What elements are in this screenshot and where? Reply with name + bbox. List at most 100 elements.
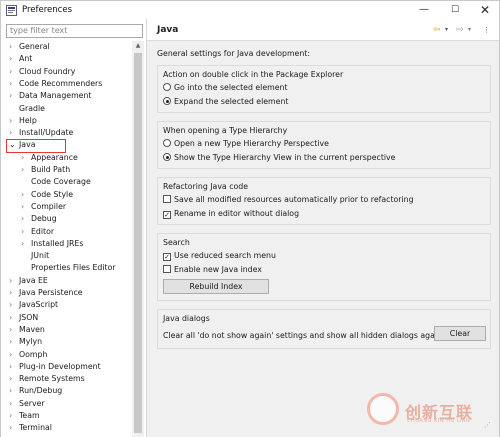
open-perspective-radio[interactable]: Open a new Type Hierarchy Perspective [163,138,329,150]
tree-item[interactable]: › Code Recommenders [9,78,102,90]
expand-arrow-icon[interactable]: › [9,115,19,127]
tree-item[interactable]: JUnit [21,250,49,262]
radio-selected-icon[interactable] [163,97,171,105]
maximize-icon[interactable]: ☐ [441,1,469,19]
expand-arrow-icon[interactable]: › [9,299,19,311]
tree-item[interactable]: › JSON [9,312,38,324]
tree-item[interactable]: › General [9,41,50,53]
expand-arrow-icon[interactable]: › [9,324,19,336]
new-java-index-checkbox[interactable]: Enable new Java index [163,264,262,276]
tree-item[interactable]: Code Coverage [21,176,91,188]
tree-item[interactable]: › Plug-in Development [9,361,101,373]
tree-item-label: JavaScript [19,300,59,310]
checkbox-icon[interactable] [163,195,171,203]
tree-item[interactable]: › JavaScript [9,299,58,311]
tree-item[interactable]: › Team [9,410,40,422]
tree-item-label: Remote Systems [19,374,85,384]
expand-arrow-icon[interactable]: › [21,213,31,225]
view-menu-icon[interactable]: ⋮ [483,24,490,36]
expand-arrow-icon[interactable]: › [9,373,19,385]
checkbox-icon[interactable] [163,265,171,273]
back-dropdown-icon[interactable]: ▾ [445,24,448,36]
radio-icon[interactable] [163,83,171,91]
expand-arrow-icon[interactable]: › [9,78,19,90]
rename-in-editor-checkbox[interactable]: ✓ Rename in editor without dialog [163,208,299,220]
forward-dropdown-icon[interactable]: ▾ [468,24,471,36]
tree-item-label: Debug [31,214,57,224]
expand-arrow-icon[interactable]: › [21,164,31,176]
tree-item[interactable]: › Data Management [9,90,91,102]
tree-item[interactable]: Gradle [9,103,45,115]
go-into-radio[interactable]: Go into the selected element [163,82,288,94]
show-view-radio[interactable]: Show the Type Hierarchy View in the curr… [163,152,395,164]
radio-selected-icon[interactable] [163,153,171,161]
tree-item[interactable]: › Debug [21,213,57,225]
tree-item[interactable]: Properties Files Editor [21,262,116,274]
radio-icon[interactable] [163,139,171,147]
save-all-checkbox[interactable]: Save all modified resources automaticall… [163,194,414,206]
tree-item[interactable]: › Server [9,398,45,410]
expand-arrow-icon[interactable]: › [21,189,31,201]
tree-item[interactable]: › Oomph [9,349,47,361]
expand-arrow-icon[interactable]: › [9,66,19,78]
expand-arrow-icon[interactable]: › [21,152,31,164]
expand-arrow-icon[interactable]: › [9,385,19,397]
sidebar-scrollbar[interactable]: ▲ [132,41,144,437]
tree-item[interactable]: › Code Style [21,189,73,201]
tree-item[interactable]: › Build Path [21,164,70,176]
expand-arrow-icon[interactable]: › [9,336,19,348]
tree-item-label: General [19,42,50,51]
double-click-group: Action on double click in the Package Ex… [157,65,491,113]
expand-arrow-icon[interactable]: › [9,127,19,139]
expand-arrow-icon[interactable]: › [9,398,19,410]
expand-arrow-icon[interactable]: › [9,410,19,422]
expand-radio[interactable]: Expand the selected element [163,96,288,108]
tree-item[interactable]: › Ant [9,53,32,65]
eclipse-app-icon [6,5,17,16]
scrollbar-thumb[interactable] [134,53,142,433]
tree-item[interactable]: › Help [9,115,37,127]
minimize-icon[interactable]: — [410,1,438,19]
tree-item[interactable]: › Installed JREs [21,238,83,250]
expand-arrow-icon[interactable]: › [9,275,19,287]
expand-arrow-icon[interactable]: › [9,361,19,373]
watermark: 创新互联 CHUANG XIN HU LIAN [367,391,497,431]
option-label: Open a new Type Hierarchy Perspective [174,139,329,148]
expand-arrow-icon[interactable]: › [9,287,19,299]
tree-item[interactable]: › Compiler [21,201,66,213]
filter-input[interactable]: type filter text [6,24,143,38]
reduced-search-menu-checkbox[interactable]: ✓ Use reduced search menu [163,250,276,262]
forward-arrow-icon[interactable]: ⇨ [456,24,464,36]
expand-arrow-icon[interactable]: › [21,201,31,213]
tree-item[interactable]: › Maven [9,324,45,336]
scroll-up-icon[interactable]: ▲ [132,41,144,51]
tree-item[interactable]: › Java EE [9,275,48,287]
tree-item[interactable]: › Remote Systems [9,373,85,385]
expand-arrow-icon[interactable]: › [9,349,19,361]
back-arrow-icon[interactable]: ⇦ [433,24,441,36]
expand-arrow-icon[interactable]: › [9,41,19,53]
expand-arrow-icon[interactable]: › [21,226,31,238]
tree-item[interactable]: › Terminal [9,422,52,434]
expand-arrow-icon[interactable]: › [9,312,19,324]
tree-item[interactable]: › Install/Update [9,127,73,139]
expand-arrow-icon[interactable]: › [9,53,19,65]
group-title: Search [163,238,190,247]
tree-item[interactable]: › Cloud Foundry [9,66,75,78]
watermark-logo-icon [367,393,399,425]
tree-item[interactable]: › Editor [21,226,54,238]
expand-arrow-icon[interactable]: › [9,90,19,102]
expand-arrow-icon[interactable]: › [9,422,19,434]
rebuild-index-button[interactable]: Rebuild Index [163,279,269,294]
search-group: Search ✓ Use reduced search menu Enable n… [157,233,491,301]
tree-item[interactable]: › Mylyn [9,336,42,348]
close-icon[interactable]: ✕ [471,1,499,19]
checkbox-checked-icon[interactable]: ✓ [163,253,171,261]
tree-item[interactable]: › Java Persistence [9,287,83,299]
expand-arrow-icon[interactable]: › [21,238,31,250]
checkbox-checked-icon[interactable]: ✓ [163,211,171,219]
tree-item-label: Properties Files Editor [31,263,116,273]
clear-button[interactable]: Clear [434,326,486,341]
tree-item[interactable]: › Run/Debug [9,385,62,397]
tree-item[interactable]: › Appearance [21,152,78,164]
